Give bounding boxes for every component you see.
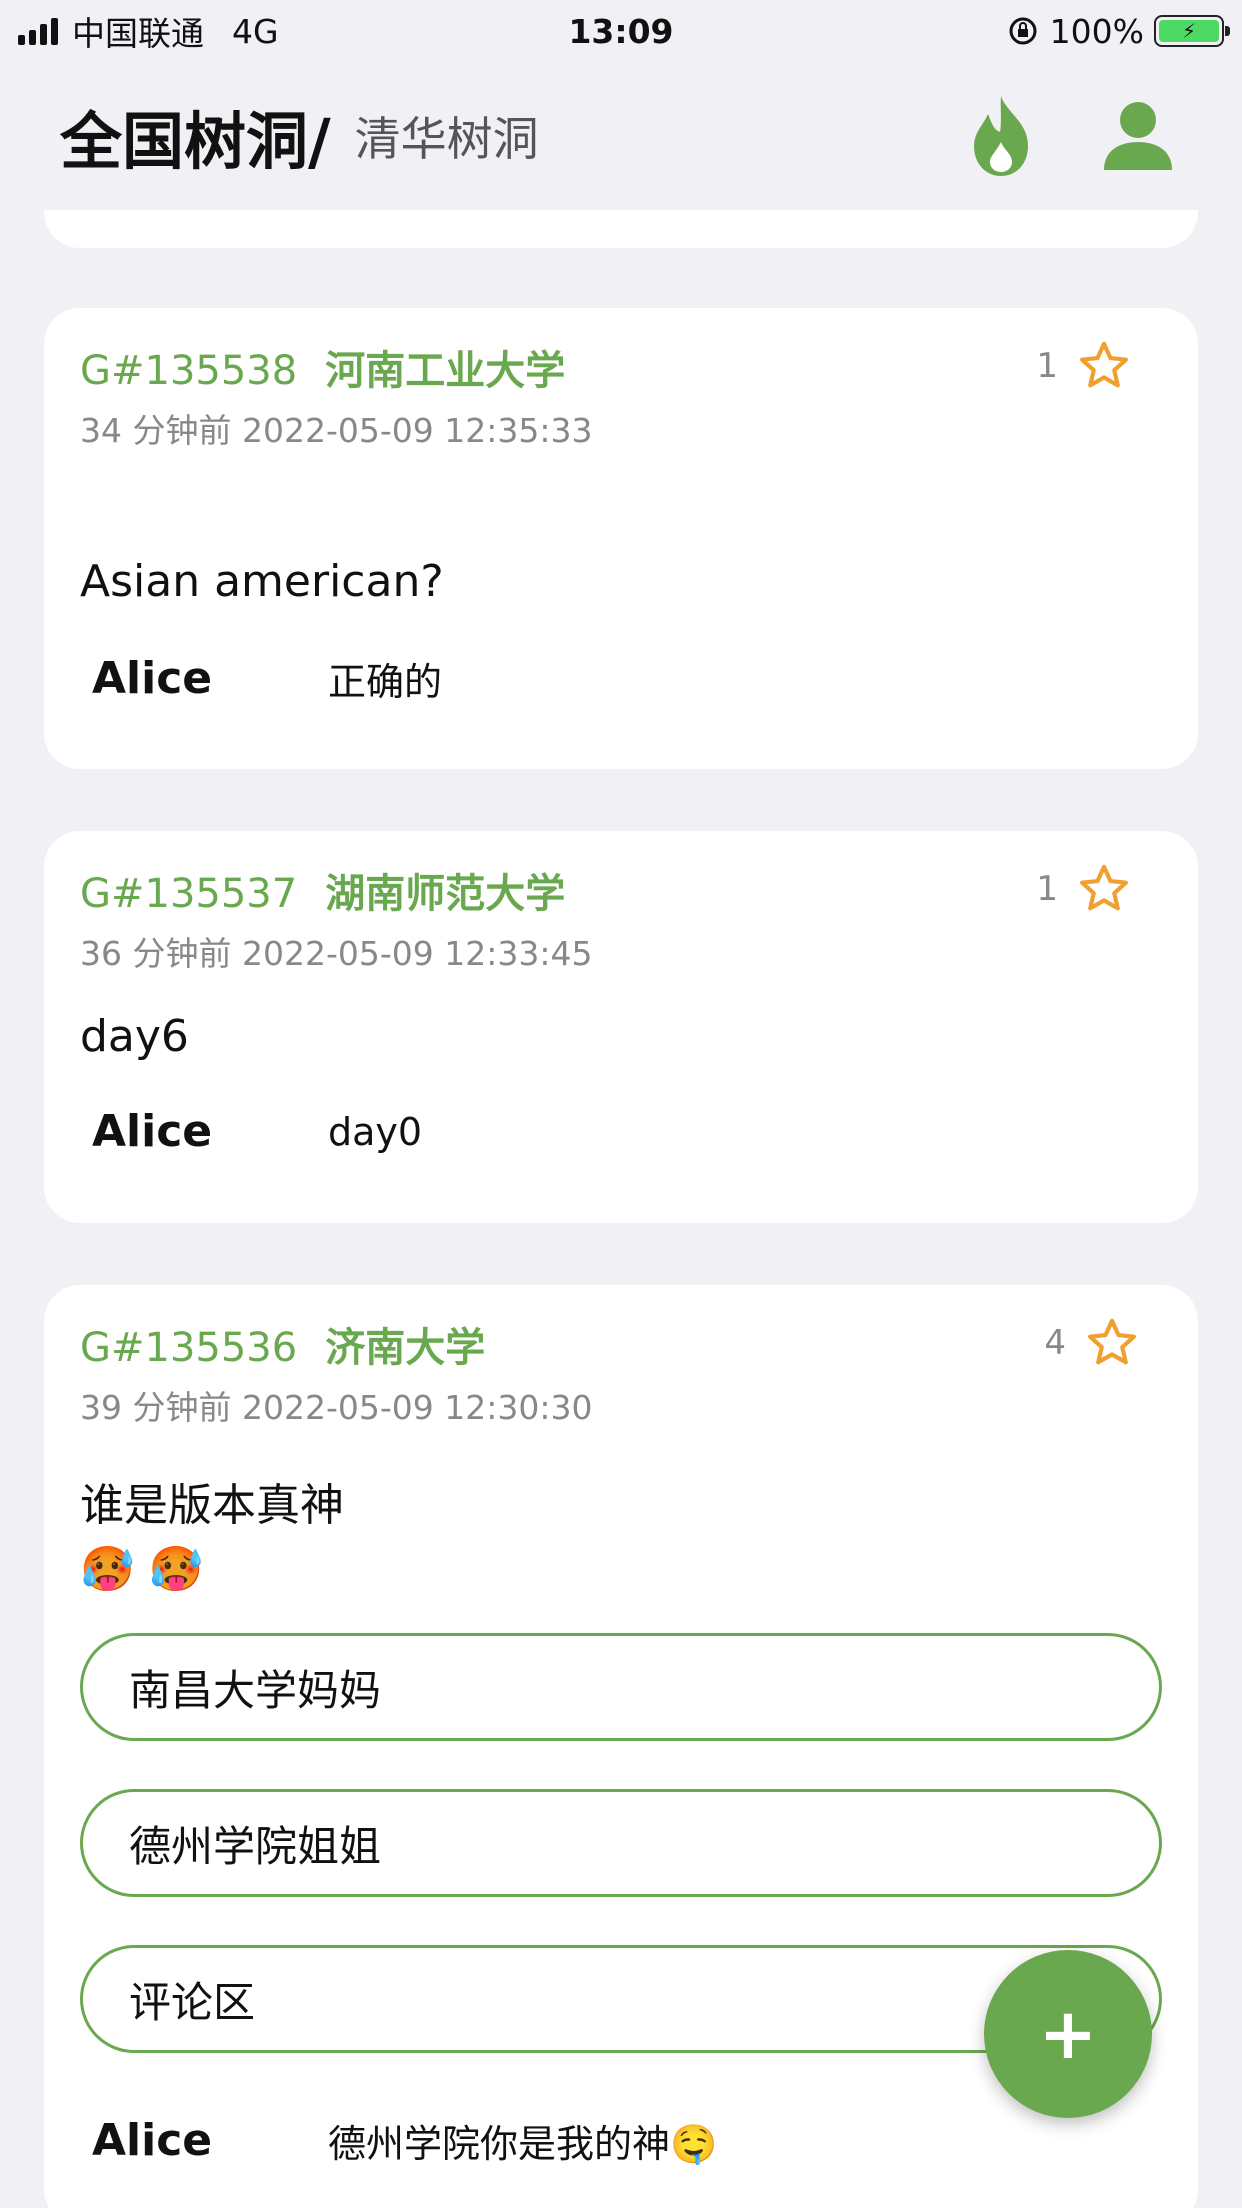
comment-row[interactable]: Alice day0 <box>80 1106 1162 1157</box>
comment-text: day0 <box>328 1109 423 1154</box>
signal-icon <box>18 17 58 45</box>
fire-icon[interactable] <box>970 94 1032 178</box>
status-left: 中国联通 4G <box>18 7 279 55</box>
star-count: 4 <box>1044 1323 1066 1363</box>
post-content: Asian american? <box>80 556 444 607</box>
battery-icon: ⚡ <box>1154 15 1230 47</box>
star-icon[interactable] <box>1076 338 1132 394</box>
app-header: 全国树洞/ 清华树洞 <box>0 62 1242 210</box>
comment-author: Alice <box>92 1106 213 1157</box>
star-area[interactable]: 1 <box>1036 861 1132 917</box>
poll-option[interactable]: 南昌大学妈妈 <box>80 1633 1162 1741</box>
post-time: 34 分钟前 2022-05-09 12:35:33 <box>80 411 593 450</box>
post-id[interactable]: G#135538 <box>80 348 297 394</box>
star-count: 1 <box>1036 346 1058 386</box>
comment-text: 正确的 <box>328 660 443 704</box>
comment-row[interactable]: Alice 正确的 <box>80 651 1162 706</box>
poll-option[interactable]: 德州学院姐姐 <box>80 1789 1162 1897</box>
star-count: 1 <box>1036 869 1058 909</box>
network-label: 4G <box>232 11 279 51</box>
post-school: 河南工业大学 <box>325 348 566 394</box>
post-emoji: 🥵 🥵 <box>80 1544 204 1595</box>
post-meta: G#135538 河南工业大学 <box>80 338 1162 396</box>
poll-option-label: 南昌大学妈妈 <box>129 1665 382 1715</box>
post-meta: G#135537 湖南师范大学 <box>80 861 1162 919</box>
poll-option-label: 德州学院姐姐 <box>129 1821 382 1871</box>
post-meta: G#135536 济南大学 <box>80 1315 1162 1373</box>
page-title[interactable]: 全国树洞/ <box>60 91 331 181</box>
comment-text: 德州学院你是我的神🤤 <box>328 2122 718 2166</box>
page-subtitle[interactable]: 清华树洞 <box>355 103 539 169</box>
status-right: 100% ⚡ <box>1006 11 1230 51</box>
user-icon[interactable] <box>1102 100 1174 172</box>
post-time: 36 分钟前 2022-05-09 12:33:45 <box>80 934 593 973</box>
post-school: 湖南师范大学 <box>325 871 566 917</box>
post-card[interactable]: G#135537 湖南师范大学 1 36 分钟前 2022-05-09 12:3… <box>44 831 1198 1223</box>
status-bar: 中国联通 4G 13:09 100% ⚡ <box>0 0 1242 62</box>
comment-author: Alice <box>92 2115 213 2166</box>
post-content: 谁是版本真神 <box>80 1480 344 1531</box>
add-post-button[interactable]: + <box>984 1950 1152 2118</box>
star-icon[interactable] <box>1076 861 1132 917</box>
star-icon[interactable] <box>1084 1315 1140 1371</box>
comment-row[interactable]: Alice 德州学院你是我的神🤤 <box>80 2113 1162 2168</box>
post-school: 济南大学 <box>325 1325 486 1371</box>
post-id[interactable]: G#135537 <box>80 871 297 917</box>
post-feed[interactable]: G#135538 河南工业大学 1 34 分钟前 2022-05-09 12:3… <box>44 150 1198 2208</box>
star-area[interactable]: 1 <box>1036 338 1132 394</box>
plus-icon: + <box>1038 1993 1098 2075</box>
post-content: day6 <box>80 1011 189 1062</box>
post-id[interactable]: G#135536 <box>80 1325 297 1371</box>
carrier-label: 中国联通 <box>72 14 204 53</box>
rotation-lock-icon <box>1009 17 1037 45</box>
poll-option-label: 评论区 <box>129 1977 256 2027</box>
comment-author: Alice <box>92 653 213 704</box>
post-card[interactable]: G#135538 河南工业大学 1 34 分钟前 2022-05-09 12:3… <box>44 308 1198 769</box>
battery-percent: 100% <box>1049 11 1144 51</box>
star-area[interactable]: 4 <box>1044 1315 1140 1371</box>
post-time: 39 分钟前 2022-05-09 12:30:30 <box>80 1388 593 1427</box>
